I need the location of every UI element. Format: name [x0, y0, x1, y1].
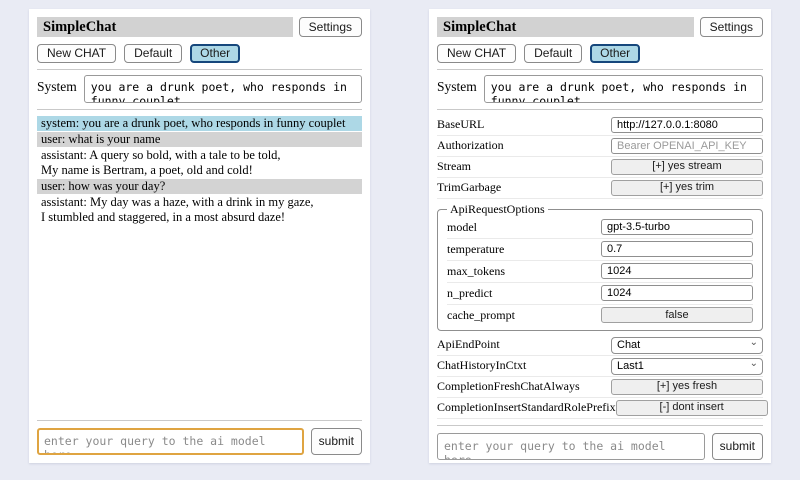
- authorization-input[interactable]: [611, 138, 763, 154]
- trimgarbage-label: TrimGarbage: [437, 180, 501, 195]
- chathistoryinctxt-label: ChatHistoryInCtxt: [437, 358, 526, 373]
- header: SimpleChat Settings: [437, 17, 763, 37]
- stream-toggle-button[interactable]: [+] yes stream: [611, 159, 763, 175]
- divider: [37, 420, 362, 421]
- chathistoryinctxt-select[interactable]: Last1: [611, 358, 763, 375]
- app-title: SimpleChat: [37, 17, 293, 37]
- message-line: My name is Bertram, a poet, old and cold…: [41, 163, 358, 178]
- divider: [437, 69, 763, 70]
- trimgarbage-toggle-button[interactable]: [+] yes trim: [611, 180, 763, 196]
- message-line: assistant: My day was a haze, with a dri…: [41, 195, 358, 210]
- chat-message-user: user: how was your day?: [37, 179, 362, 194]
- session-button-other[interactable]: Other: [590, 44, 640, 63]
- completioninsertstandardroleprefix-label: CompletionInsertStandardRolePrefix: [437, 400, 616, 415]
- setting-row-apiendpoint: ApiEndPoint Chat ⌄: [437, 335, 763, 356]
- api-request-options-legend: ApiRequestOptions: [447, 202, 548, 217]
- completionfreshchatalways-toggle-button[interactable]: [+] yes fresh: [611, 379, 763, 395]
- divider: [437, 109, 763, 110]
- chat-panel: SimpleChat Settings New CHAT Default Oth…: [29, 9, 370, 463]
- completioninsertstandardroleprefix-toggle-button[interactable]: [-] dont insert: [616, 400, 768, 416]
- system-prompt-row: System you are a drunk poet, who respond…: [437, 75, 763, 103]
- model-label: model: [447, 220, 477, 235]
- system-prompt-label: System: [37, 75, 77, 95]
- setting-row-cache-prompt: cache_prompt false: [447, 305, 753, 326]
- apiendpoint-select-wrap: Chat ⌄: [611, 335, 763, 354]
- setting-row-authorization: Authorization: [437, 136, 763, 157]
- setting-row-stream: Stream [+] yes stream: [437, 157, 763, 178]
- system-prompt-input[interactable]: you are a drunk poet, who responds in fu…: [484, 75, 763, 103]
- submit-button[interactable]: submit: [712, 433, 763, 460]
- divider: [37, 109, 362, 110]
- setting-row-completioninsertstandardroleprefix: CompletionInsertStandardRolePrefix [-] d…: [437, 398, 763, 419]
- message-line: system: you are a drunk poet, who respon…: [41, 116, 358, 131]
- app-title: SimpleChat: [437, 17, 694, 37]
- session-button-default[interactable]: Default: [124, 44, 182, 63]
- apiendpoint-label: ApiEndPoint: [437, 337, 500, 352]
- max-tokens-label: max_tokens: [447, 264, 505, 279]
- apiendpoint-select[interactable]: Chat: [611, 337, 763, 354]
- query-input[interactable]: [437, 433, 705, 460]
- submit-button[interactable]: submit: [311, 428, 362, 455]
- query-row: submit: [437, 433, 763, 460]
- message-line: user: what is your name: [41, 132, 358, 147]
- baseurl-input[interactable]: [611, 117, 763, 133]
- new-chat-button[interactable]: New CHAT: [37, 44, 116, 63]
- stream-label: Stream: [437, 159, 471, 174]
- baseurl-label: BaseURL: [437, 117, 484, 132]
- setting-row-temperature: temperature: [447, 239, 753, 261]
- chat-messages: system: you are a drunk poet, who respon…: [37, 116, 362, 226]
- setting-row-completionfreshchatalways: CompletionFreshChatAlways [+] yes fresh: [437, 377, 763, 398]
- page: SimpleChat Settings New CHAT Default Oth…: [0, 0, 800, 480]
- setting-row-max-tokens: max_tokens: [447, 261, 753, 283]
- query-row: submit: [37, 428, 362, 455]
- chat-message-user: user: what is your name: [37, 132, 362, 147]
- model-input[interactable]: [601, 219, 753, 235]
- session-button-other[interactable]: Other: [190, 44, 240, 63]
- setting-row-trimgarbage: TrimGarbage [+] yes trim: [437, 178, 763, 199]
- settings-button[interactable]: Settings: [299, 17, 362, 37]
- api-request-options-fieldset: ApiRequestOptions model temperature max_…: [437, 202, 763, 331]
- cache-prompt-label: cache_prompt: [447, 308, 515, 323]
- header: SimpleChat Settings: [37, 17, 362, 37]
- spacer: [37, 226, 362, 414]
- setting-row-chathistoryinctxt: ChatHistoryInCtxt Last1 ⌄: [437, 356, 763, 377]
- max-tokens-input[interactable]: [601, 263, 753, 279]
- chat-message-assistant: assistant: A query so bold, with a tale …: [37, 148, 362, 178]
- divider: [437, 425, 763, 426]
- authorization-label: Authorization: [437, 138, 504, 153]
- chat-message-assistant: assistant: My day was a haze, with a dri…: [37, 195, 362, 225]
- setting-row-n-predict: n_predict: [447, 283, 753, 305]
- chat-message-system: system: you are a drunk poet, who respon…: [37, 116, 362, 131]
- message-line: assistant: A query so bold, with a tale …: [41, 148, 358, 163]
- session-buttons: New CHAT Default Other: [37, 44, 362, 63]
- completionfreshchatalways-label: CompletionFreshChatAlways: [437, 379, 580, 394]
- temperature-input[interactable]: [601, 241, 753, 257]
- n-predict-input[interactable]: [601, 285, 753, 301]
- setting-row-baseurl: BaseURL: [437, 115, 763, 136]
- new-chat-button[interactable]: New CHAT: [437, 44, 516, 63]
- session-buttons: New CHAT Default Other: [437, 44, 763, 63]
- n-predict-label: n_predict: [447, 286, 492, 301]
- setting-row-model: model: [447, 217, 753, 239]
- cache-prompt-toggle-button[interactable]: false: [601, 307, 753, 323]
- query-input[interactable]: [37, 428, 304, 455]
- chathistoryinctxt-select-wrap: Last1 ⌄: [611, 356, 763, 375]
- message-line: I stumbled and staggered, in a most absu…: [41, 210, 358, 225]
- settings-panel: SimpleChat Settings New CHAT Default Oth…: [429, 9, 771, 463]
- system-prompt-label: System: [437, 75, 477, 95]
- settings-button[interactable]: Settings: [700, 17, 763, 37]
- divider: [37, 69, 362, 70]
- message-line: user: how was your day?: [41, 179, 358, 194]
- temperature-label: temperature: [447, 242, 504, 257]
- system-prompt-row: System you are a drunk poet, who respond…: [37, 75, 362, 103]
- system-prompt-input[interactable]: you are a drunk poet, who responds in fu…: [84, 75, 362, 103]
- session-button-default[interactable]: Default: [524, 44, 582, 63]
